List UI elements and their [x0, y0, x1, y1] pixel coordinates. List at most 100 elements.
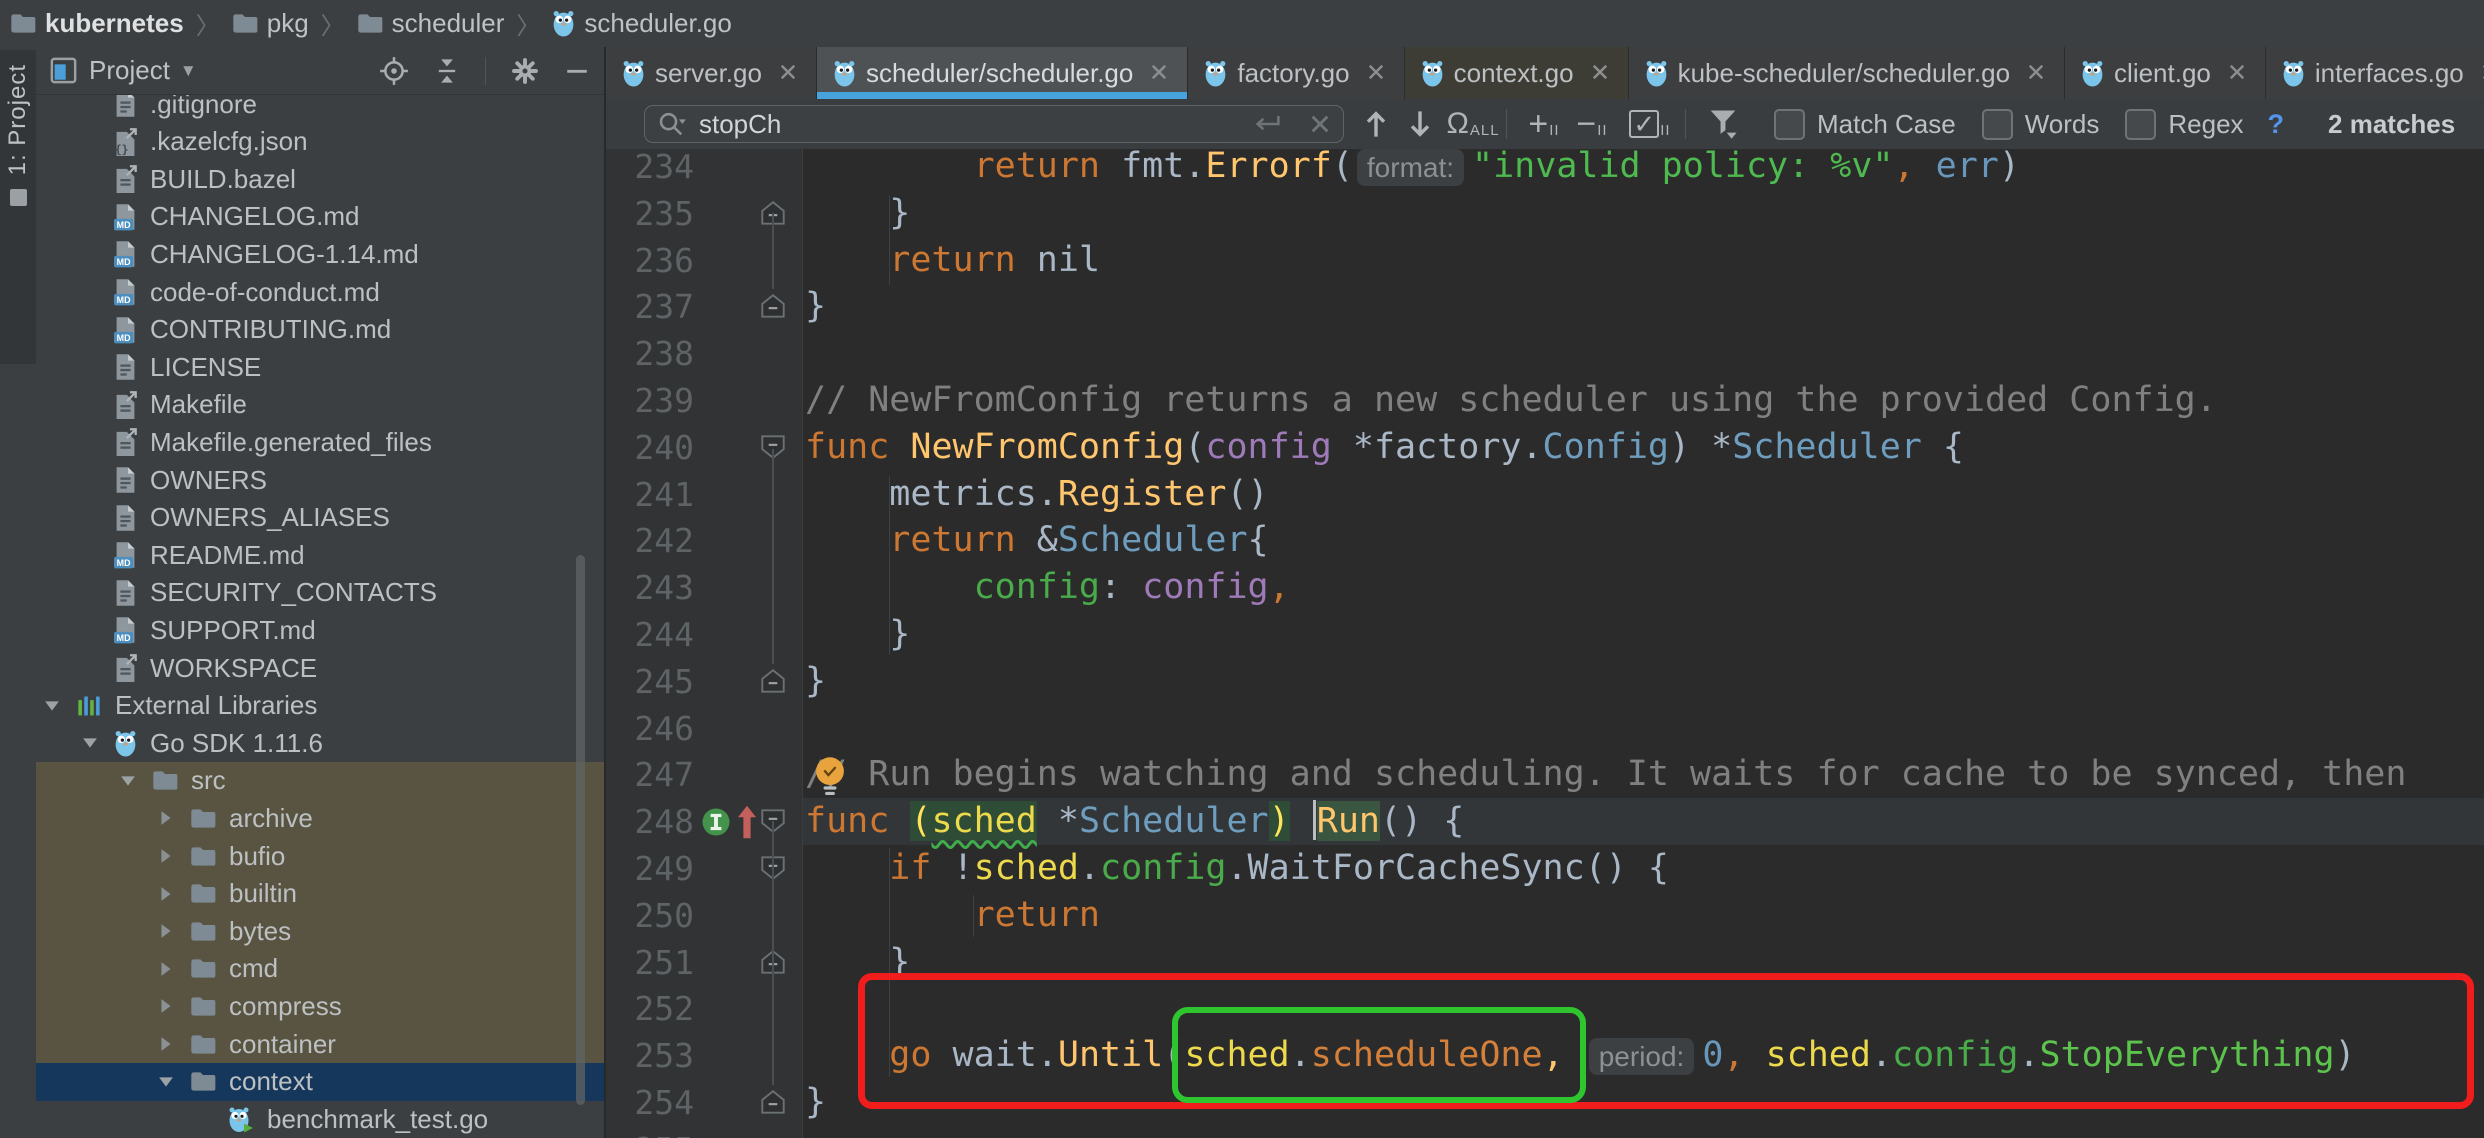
fold-marker-up[interactable]	[758, 668, 788, 694]
navigate-up-gutter-icon[interactable]	[736, 804, 758, 845]
code-token: Register	[1058, 474, 1227, 514]
chevron-down-icon[interactable]	[118, 775, 138, 787]
tree-item-WORKSPACE[interactable]: WORKSPACE	[36, 649, 604, 687]
breadcrumb-item-kubernetes[interactable]: kubernetes	[10, 8, 184, 39]
tree-item-SUPPORT.md[interactable]: MDSUPPORT.md	[36, 611, 604, 649]
tree-item-BUILD.bazel[interactable]: BUILD.bazel	[36, 160, 604, 198]
chevron-right-icon[interactable]	[156, 998, 176, 1014]
tree-item-compress[interactable]: compress	[36, 987, 604, 1025]
chevron-down-icon[interactable]	[42, 700, 62, 712]
search-query: stopCh	[699, 109, 1253, 140]
code-token: ,	[1269, 567, 1290, 607]
tree-item-OWNERS_ALIASES[interactable]: OWNERS_ALIASES	[36, 499, 604, 537]
settings-button[interactable]	[510, 56, 540, 86]
tree-item-cmd[interactable]: cmd	[36, 950, 604, 988]
tree-item-OWNERS[interactable]: OWNERS	[36, 461, 604, 499]
chevron-down-icon[interactable]: ▼	[180, 61, 197, 81]
close-tab-icon[interactable]	[2024, 58, 2048, 89]
checkbox-Regex[interactable]	[2125, 109, 2156, 140]
tree-item-CONTRIBUTING.md[interactable]: MDCONTRIBUTING.md	[36, 311, 604, 349]
chevron-right-icon[interactable]	[156, 810, 176, 826]
tree-item-Go SDK 1.11.6[interactable]: Go SDK 1.11.6	[36, 724, 604, 762]
close-tab-icon[interactable]	[2478, 58, 2484, 89]
checkbox-Words[interactable]	[1982, 109, 2013, 140]
chevron-down-icon[interactable]	[80, 737, 100, 749]
collapse-all-button[interactable]	[433, 57, 461, 85]
search-input[interactable]: stopCh	[644, 105, 1344, 143]
remove-selection-button[interactable]: −II	[1571, 105, 1613, 144]
code-token: return	[889, 520, 1015, 560]
tree-item-bytes[interactable]: bytes	[36, 912, 604, 950]
tree-item-src[interactable]: src	[36, 762, 604, 800]
code-token	[805, 848, 889, 888]
close-tab-icon[interactable]	[2225, 58, 2249, 89]
line-number: 253	[606, 1032, 694, 1079]
tree-item-archive[interactable]: archive	[36, 799, 604, 837]
search-icon[interactable]	[657, 110, 687, 138]
tree-item-.kazelcfg.json[interactable]: {}.kazelcfg.json	[36, 123, 604, 161]
tree-item-README.md[interactable]: MDREADME.md	[36, 536, 604, 574]
tree-item-Makefile[interactable]: Makefile	[36, 386, 604, 424]
editor-tab-scheduler/scheduler.go[interactable]: scheduler/scheduler.go	[817, 47, 1188, 99]
close-tab-icon[interactable]	[1364, 58, 1388, 89]
select-all-occurrences-button[interactable]: ✓II	[1627, 110, 1673, 139]
code-editor[interactable]: 2342352362372382392402412422432442452462…	[606, 149, 2484, 1138]
implements-gutter-icon[interactable]	[700, 806, 732, 843]
code-line-237: }	[805, 283, 826, 330]
chevron-down-icon[interactable]	[156, 1076, 176, 1088]
chevron-right-icon[interactable]	[156, 848, 176, 864]
code-line-249: if !sched.config.WaitForCacheSync() {	[805, 845, 1669, 892]
tree-item-context[interactable]: context	[36, 1063, 604, 1101]
code-line-244: }	[805, 611, 910, 658]
code-token: ) *	[1669, 427, 1732, 467]
editor-tab-factory.go[interactable]: factory.go	[1188, 47, 1404, 99]
find-all-button[interactable]: ΩALL	[1450, 107, 1496, 141]
breadcrumb-label: pkg	[267, 8, 309, 39]
clear-search-icon[interactable]	[1309, 113, 1331, 135]
editor-tab-kube-scheduler/scheduler.go[interactable]: kube-scheduler/scheduler.go	[1629, 47, 2065, 99]
tree-item-code-of-conduct.md[interactable]: MDcode-of-conduct.md	[36, 273, 604, 311]
fold-marker-up[interactable]	[758, 293, 788, 319]
intention-bulb-icon[interactable]	[812, 755, 848, 802]
project-tree-scrollbar[interactable]	[576, 555, 585, 1105]
tree-item-.gitignore[interactable]: .gitignore	[36, 95, 604, 123]
chevron-right-icon[interactable]	[156, 1036, 176, 1052]
fold-marker-up[interactable]	[758, 1089, 788, 1115]
tree-item-label: README.md	[150, 540, 305, 571]
next-occurrence-button[interactable]	[1398, 108, 1442, 140]
add-selection-button[interactable]: +II	[1523, 105, 1565, 144]
chevron-right-icon[interactable]	[156, 923, 176, 939]
tree-item-External Libraries[interactable]: External Libraries	[36, 687, 604, 725]
breadcrumb-separator: 〉	[321, 6, 345, 41]
filter-search-results-button[interactable]	[1702, 108, 1744, 140]
locate-button[interactable]	[379, 56, 409, 86]
project-tool-window-button[interactable]: 1: Project	[0, 50, 36, 364]
editor-tab-context.go[interactable]: context.go	[1405, 47, 1629, 99]
close-tab-icon[interactable]	[1147, 58, 1171, 89]
editor-tab-server.go[interactable]: server.go	[606, 47, 817, 99]
tree-item-CHANGELOG-1.14.md[interactable]: MDCHANGELOG-1.14.md	[36, 235, 604, 273]
previous-occurrence-button[interactable]	[1354, 108, 1398, 140]
editor-tab-interfaces.go[interactable]: interfaces.go	[2266, 47, 2484, 99]
breadcrumb-item-pkg[interactable]: pkg	[232, 8, 309, 39]
tree-item-benchmark_test.go[interactable]: benchmark_test.go	[36, 1100, 604, 1138]
tree-item-Makefile.generated_files[interactable]: Makefile.generated_files	[36, 423, 604, 461]
hide-button[interactable]	[564, 58, 590, 84]
chevron-right-icon[interactable]	[156, 961, 176, 977]
tree-item-CHANGELOG.md[interactable]: MDCHANGELOG.md	[36, 198, 604, 236]
tree-item-builtin[interactable]: builtin	[36, 875, 604, 913]
close-tab-icon[interactable]	[776, 58, 800, 89]
breadcrumb-item-scheduler[interactable]: scheduler	[357, 8, 505, 39]
tree-item-LICENSE[interactable]: LICENSE	[36, 348, 604, 386]
tree-item-bufio[interactable]: bufio	[36, 837, 604, 875]
breadcrumb-item-scheduler.go[interactable]: scheduler.go	[552, 8, 731, 39]
editor-tab-client.go[interactable]: client.go	[2065, 47, 2266, 99]
close-tab-icon[interactable]	[1588, 58, 1612, 89]
tree-item-container[interactable]: container	[36, 1025, 604, 1063]
svg-text:MD: MD	[117, 295, 131, 305]
chevron-right-icon[interactable]	[156, 886, 176, 902]
tree-item-SECURITY_CONTACTS[interactable]: SECURITY_CONTACTS	[36, 574, 604, 612]
checkbox-Match Case[interactable]	[1774, 109, 1805, 140]
regex-help-icon[interactable]: ?	[2268, 109, 2285, 140]
code-token: return	[974, 895, 1100, 935]
